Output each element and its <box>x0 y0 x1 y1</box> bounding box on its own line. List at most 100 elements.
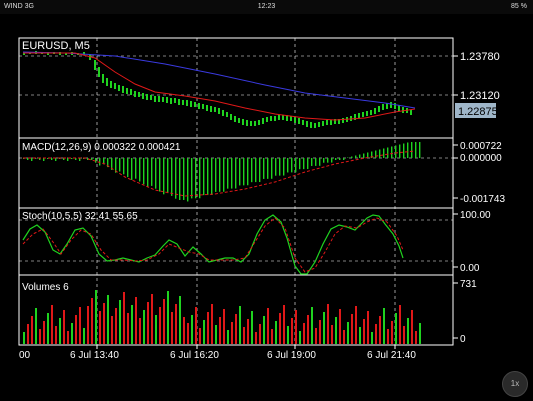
macd-bar <box>191 158 193 199</box>
volume-bar <box>179 296 181 344</box>
volume-bar <box>79 307 81 344</box>
macd-bar <box>279 158 281 176</box>
macd-bar <box>411 142 413 158</box>
trading-chart[interactable]: 1.22875 EURUSD, M5 MACD(12,26,9) 0.00032… <box>5 22 528 400</box>
volume-bar <box>75 315 77 344</box>
macd-bar <box>239 158 241 186</box>
volume-bar <box>379 316 381 344</box>
macd-bar <box>131 158 133 180</box>
macd-panel-title: MACD(12,26,9) 0.000322 0.000421 <box>22 142 181 153</box>
macd-bar <box>303 158 305 170</box>
macd-bar <box>351 156 353 158</box>
macd-bar <box>271 158 273 179</box>
volume-bar <box>55 326 57 344</box>
macd-bar <box>135 158 137 179</box>
volume-bars <box>23 290 421 344</box>
zoom-button[interactable]: 1x <box>502 371 528 397</box>
macd-bar <box>243 158 245 186</box>
macd-bar <box>283 158 285 176</box>
volume-bar <box>51 305 53 344</box>
status-bar: WIND 3G 12:23 85 % <box>0 0 533 14</box>
macd-bar <box>407 142 409 158</box>
macd-bar <box>331 158 333 163</box>
clock: 12:23 <box>257 3 276 10</box>
volume-bar <box>103 303 105 344</box>
volume-bar <box>31 316 33 344</box>
volume-bar <box>407 318 409 344</box>
volume-bar <box>219 317 221 344</box>
macd-bar <box>195 158 197 199</box>
macd-bar <box>215 158 217 192</box>
macd-bar <box>347 157 349 158</box>
volume-bar <box>191 315 193 344</box>
stoch-level-1: 100.00 <box>460 210 491 221</box>
volume-bar <box>415 331 417 344</box>
time-ticks <box>96 345 396 349</box>
time-label-2: 6 Jul 16:20 <box>170 350 219 361</box>
volume-bar <box>207 312 209 344</box>
macd-bar <box>31 158 33 161</box>
volume-bar <box>295 310 297 344</box>
volume-bar <box>107 295 109 344</box>
macd-level-1: 0.000722 <box>460 141 502 152</box>
macd-bar <box>127 158 129 178</box>
macd-bar <box>251 158 253 183</box>
macd-bar <box>71 158 73 159</box>
macd-bar <box>327 158 329 163</box>
stoch-signal-line <box>22 217 404 273</box>
macd-bar <box>211 158 213 195</box>
volume-bar <box>215 325 217 344</box>
macd-bar <box>287 158 289 173</box>
volume-bar <box>71 323 73 344</box>
grid-lines <box>19 38 453 345</box>
volume-bar <box>99 311 101 344</box>
macd-bar <box>203 158 205 196</box>
volume-bar <box>87 306 89 344</box>
volume-bar <box>115 308 117 344</box>
battery-indicator: 85 % <box>511 3 527 10</box>
volume-bar <box>47 313 49 344</box>
price-candles <box>22 51 416 128</box>
macd-bar <box>119 158 121 172</box>
macd-bar <box>395 145 397 158</box>
volume-level-2: 0 <box>460 334 466 345</box>
volume-bar <box>367 311 369 344</box>
volume-bar <box>319 320 321 344</box>
macd-bar <box>171 158 173 196</box>
volume-bar <box>83 328 85 344</box>
volume-bar <box>255 332 257 344</box>
macd-bar <box>95 158 97 163</box>
time-label-0: 00 <box>19 350 31 361</box>
macd-bar <box>415 142 417 158</box>
volume-bar <box>231 322 233 344</box>
volume-bar <box>135 297 137 344</box>
volume-bar <box>171 312 173 344</box>
volume-bar <box>399 305 401 344</box>
volume-bar <box>363 319 365 344</box>
volume-bar <box>259 324 261 344</box>
stoch-main-line <box>22 214 404 275</box>
time-label-3: 6 Jul 19:00 <box>267 350 316 361</box>
macd-bar <box>163 158 165 195</box>
volume-bar <box>291 318 293 344</box>
volume-bar <box>139 318 141 344</box>
macd-bar <box>255 158 257 183</box>
macd-bar <box>123 158 125 175</box>
volume-bar <box>315 328 317 344</box>
time-label-1: 6 Jul 13:40 <box>70 350 119 361</box>
macd-bar <box>379 149 381 158</box>
volume-bar <box>183 317 185 344</box>
macd-bar <box>375 150 377 158</box>
macd-bar <box>247 158 249 186</box>
chart-frame[interactable]: 1.22875 EURUSD, M5 MACD(12,26,9) 0.00032… <box>5 22 528 400</box>
macd-bar <box>311 158 313 166</box>
volume-bar <box>235 314 237 344</box>
volume-bar <box>59 318 61 344</box>
macd-bar <box>403 143 405 158</box>
volume-bar <box>351 314 353 344</box>
macd-bar <box>179 158 181 200</box>
macd-bar <box>219 158 221 192</box>
macd-bar <box>223 158 225 192</box>
stoch-level-2: 0.00 <box>460 263 480 274</box>
volume-bar <box>151 294 153 344</box>
